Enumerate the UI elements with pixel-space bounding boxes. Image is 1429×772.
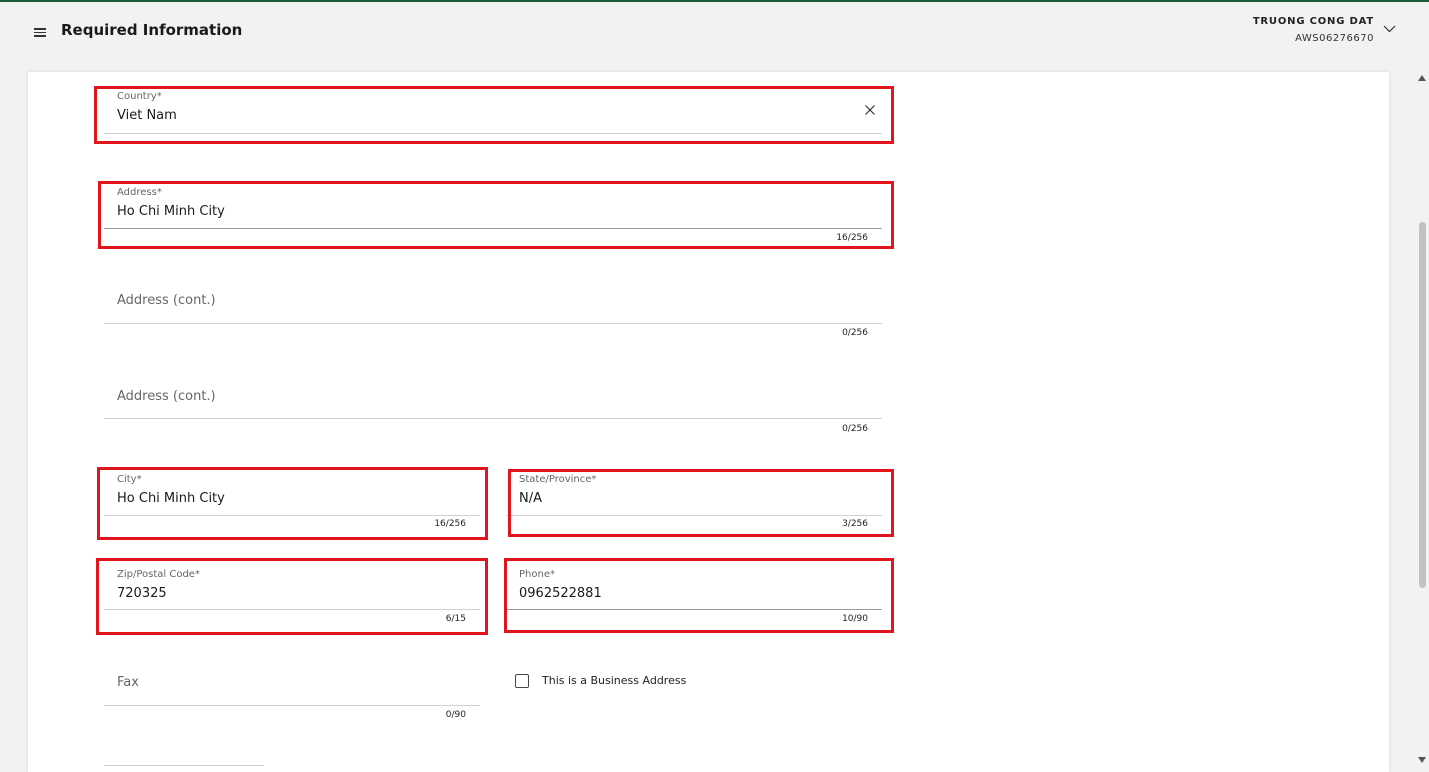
address-cont-field-1[interactable]: Address (cont.) 0/256 [104,290,882,340]
address-cont-counter-1: 0/256 [842,328,868,338]
scrollbar-thumb[interactable] [1419,222,1426,588]
close-icon[interactable] [865,105,875,115]
city-underline [104,515,480,516]
phone-field[interactable]: Phone* 0962522881 10/90 [506,566,882,626]
zip-field[interactable]: Zip/Postal Code* 720325 6/15 [104,566,480,626]
zip-label: Zip/Postal Code* [117,569,200,580]
address-cont-underline-1 [104,323,882,324]
state-label: State/Province* [519,474,597,485]
next-field-underline [104,765,264,766]
fax-underline [104,705,480,706]
state-underline [506,515,882,516]
address-cont-placeholder-2[interactable]: Address (cont.) [117,389,216,404]
business-address-checkbox[interactable] [515,674,529,688]
page-title: Required Information [61,21,243,39]
city-value[interactable]: Ho Chi Minh City [117,491,225,506]
address-cont-field-2[interactable]: Address (cont.) 0/256 [104,386,882,436]
country-field[interactable]: Country* Viet Nam [104,88,882,138]
zip-counter: 6/15 [445,614,466,624]
scroll-up-arrow-icon[interactable] [1418,75,1426,81]
country-underline [104,133,882,134]
chevron-down-icon[interactable] [1383,25,1396,33]
country-value[interactable]: Viet Nam [117,108,177,123]
city-counter: 16/256 [434,519,466,529]
address-underline [104,228,882,229]
address-field[interactable]: Address* Ho Chi Minh City 16/256 [104,184,882,244]
zip-value[interactable]: 720325 [117,586,167,601]
address-label: Address* [117,187,162,198]
city-label: City* [117,474,142,485]
address-cont-counter-2: 0/256 [842,424,868,434]
fax-field[interactable]: Fax 0/90 [104,672,480,722]
phone-label: Phone* [519,569,555,580]
menu-icon[interactable] [34,27,47,37]
phone-counter: 10/90 [842,614,868,624]
country-label: Country* [117,91,162,102]
state-counter: 3/256 [842,519,868,529]
address-counter: 16/256 [836,233,868,243]
address-value[interactable]: Ho Chi Minh City [117,204,225,219]
user-id[interactable]: AWS06276670 [1295,33,1374,44]
address-cont-underline-2 [104,418,882,419]
state-field[interactable]: State/Province* N/A 3/256 [506,471,882,531]
state-value[interactable]: N/A [519,491,542,506]
business-address-label[interactable]: This is a Business Address [542,674,686,687]
city-field[interactable]: City* Ho Chi Minh City 16/256 [104,471,480,531]
phone-underline [506,609,882,610]
fax-counter: 0/90 [445,710,466,720]
zip-underline [104,609,480,610]
phone-value[interactable]: 0962522881 [519,586,602,601]
scroll-down-arrow-icon[interactable] [1418,757,1426,763]
fax-placeholder[interactable]: Fax [117,675,139,690]
user-name[interactable]: TRUONG CONG DAT [1253,16,1374,27]
app-header: Required Information TRUONG CONG DAT AWS… [0,2,1429,72]
address-cont-placeholder-1[interactable]: Address (cont.) [117,293,216,308]
